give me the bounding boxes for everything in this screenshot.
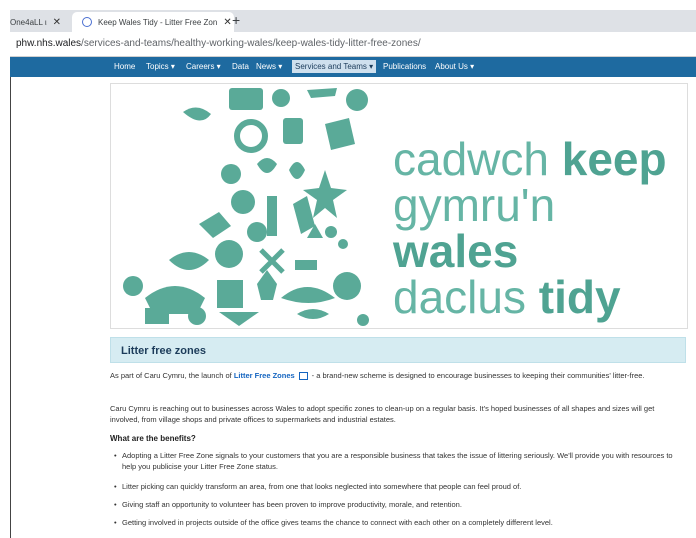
- nav-careers[interactable]: Careers ▾: [186, 62, 221, 71]
- benefits-heading: What are the benefits?: [110, 434, 196, 443]
- litter-free-zones-link[interactable]: Litter Free Zones: [234, 371, 295, 380]
- page-content: cadwch keep gymru'n wales daclus tidy Li…: [10, 77, 696, 538]
- section-title: Litter free zones: [121, 345, 206, 357]
- slogan-line-2: gymru'n wales: [393, 182, 687, 274]
- nav-data[interactable]: Data: [232, 62, 249, 71]
- slogan-english-3: tidy: [538, 271, 621, 323]
- benefit-item: Getting involved in projects outside of …: [114, 517, 687, 528]
- benefit-item: Litter picking can quickly transform an …: [114, 481, 687, 492]
- close-tab-icon[interactable]: ✕: [53, 17, 61, 28]
- benefit-item: Giving staff an opportunity to volunteer…: [114, 499, 687, 510]
- intro-text-a: As part of Caru Cymru, the launch of: [110, 371, 234, 380]
- slogan-line-3: daclus tidy: [393, 274, 687, 320]
- tab-one4all[interactable]: One4aLL ι ✕: [10, 12, 70, 32]
- nav-publications[interactable]: Publications: [383, 62, 426, 71]
- intro-text-b: - a brand-new scheme is designed to enco…: [311, 371, 645, 380]
- main-nav: Home Topics ▾ Careers ▾ Data News ▾ Serv…: [10, 57, 696, 77]
- tab-label: One4aLL ι: [10, 17, 47, 27]
- slogan-welsh-1: cadwch: [393, 133, 562, 185]
- tab-keep-wales-tidy[interactable]: Keep Wales Tidy - Litter Free Zon ✕: [72, 12, 234, 32]
- globe-icon: [82, 17, 92, 27]
- tab-label: Keep Wales Tidy - Litter Free Zon: [98, 17, 218, 27]
- nav-about-us[interactable]: About Us ▾: [435, 62, 474, 71]
- banner-slogan: cadwch keep gymru'n wales daclus tidy: [393, 136, 687, 320]
- outreach-paragraph: Caru Cymru is reaching out to businesses…: [110, 404, 655, 424]
- tab-strip: One4aLL ι ✕ Keep Wales Tidy - Litter Fre…: [10, 10, 696, 32]
- intro-paragraph: As part of Caru Cymru, the launch of Lit…: [110, 370, 686, 381]
- external-link-icon: [298, 372, 308, 381]
- slogan-english-2: wales: [393, 225, 519, 277]
- slogan-welsh-2: gymru'n: [393, 179, 556, 231]
- browser-window: One4aLL ι ✕ Keep Wales Tidy - Litter Fre…: [0, 0, 696, 538]
- nav-home[interactable]: Home: [114, 62, 135, 71]
- nav-services-and-teams[interactable]: Services and Teams ▾: [292, 60, 377, 73]
- slogan-english-1: keep: [561, 133, 667, 185]
- section-heading-box: Litter free zones: [110, 337, 686, 363]
- url-text: phw.nhs.wales/services-and-teams/healthy…: [16, 38, 421, 49]
- new-tab-button[interactable]: +: [232, 12, 240, 28]
- keep-wales-tidy-banner: cadwch keep gymru'n wales daclus tidy: [110, 83, 688, 329]
- nav-news[interactable]: News ▾: [256, 62, 282, 71]
- url-path: /services-and-teams/healthy-working-wale…: [81, 38, 421, 49]
- benefit-item: Adopting a Litter Free Zone signals to y…: [114, 450, 687, 472]
- url-domain: phw.nhs.wales: [16, 38, 82, 49]
- nav-topics[interactable]: Topics ▾: [146, 62, 175, 71]
- slogan-line-1: cadwch keep: [393, 136, 687, 182]
- slogan-welsh-3: daclus: [393, 271, 539, 323]
- window-edge: [10, 77, 11, 538]
- address-bar[interactable]: phw.nhs.wales/services-and-teams/healthy…: [10, 32, 696, 57]
- close-tab-icon[interactable]: ✕: [223, 17, 231, 28]
